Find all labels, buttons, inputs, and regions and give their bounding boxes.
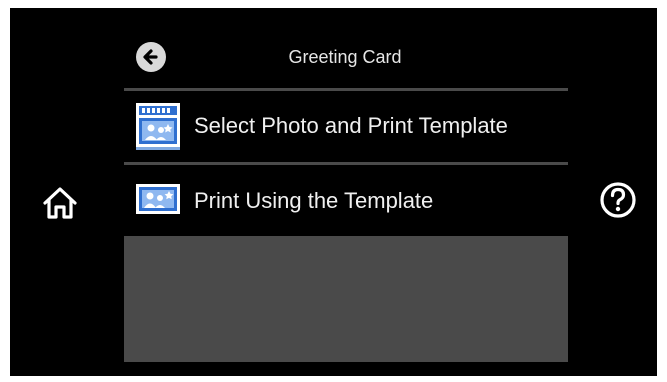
home-icon bbox=[43, 187, 77, 219]
divider bbox=[124, 88, 568, 91]
back-arrow-icon bbox=[143, 49, 158, 65]
template-select-icon bbox=[136, 103, 180, 150]
divider bbox=[124, 162, 568, 165]
menu-item-select-photo-and-print-template[interactable]: Select Photo and Print Template bbox=[124, 95, 568, 159]
help-button[interactable] bbox=[598, 180, 638, 220]
home-button[interactable] bbox=[40, 183, 80, 223]
empty-panel bbox=[124, 236, 568, 362]
help-icon bbox=[600, 182, 636, 218]
menu-item-label: Select Photo and Print Template bbox=[194, 113, 508, 138]
menu-item-print-using-the-template[interactable]: Print Using the Template bbox=[124, 168, 568, 232]
template-print-icon bbox=[136, 184, 180, 214]
menu-item-label: Print Using the Template bbox=[194, 188, 434, 213]
page-title: Greeting Card bbox=[288, 47, 402, 67]
printer-screen: Greeting Card Select Photo and Print Tem… bbox=[10, 8, 657, 376]
back-button[interactable] bbox=[136, 42, 166, 72]
